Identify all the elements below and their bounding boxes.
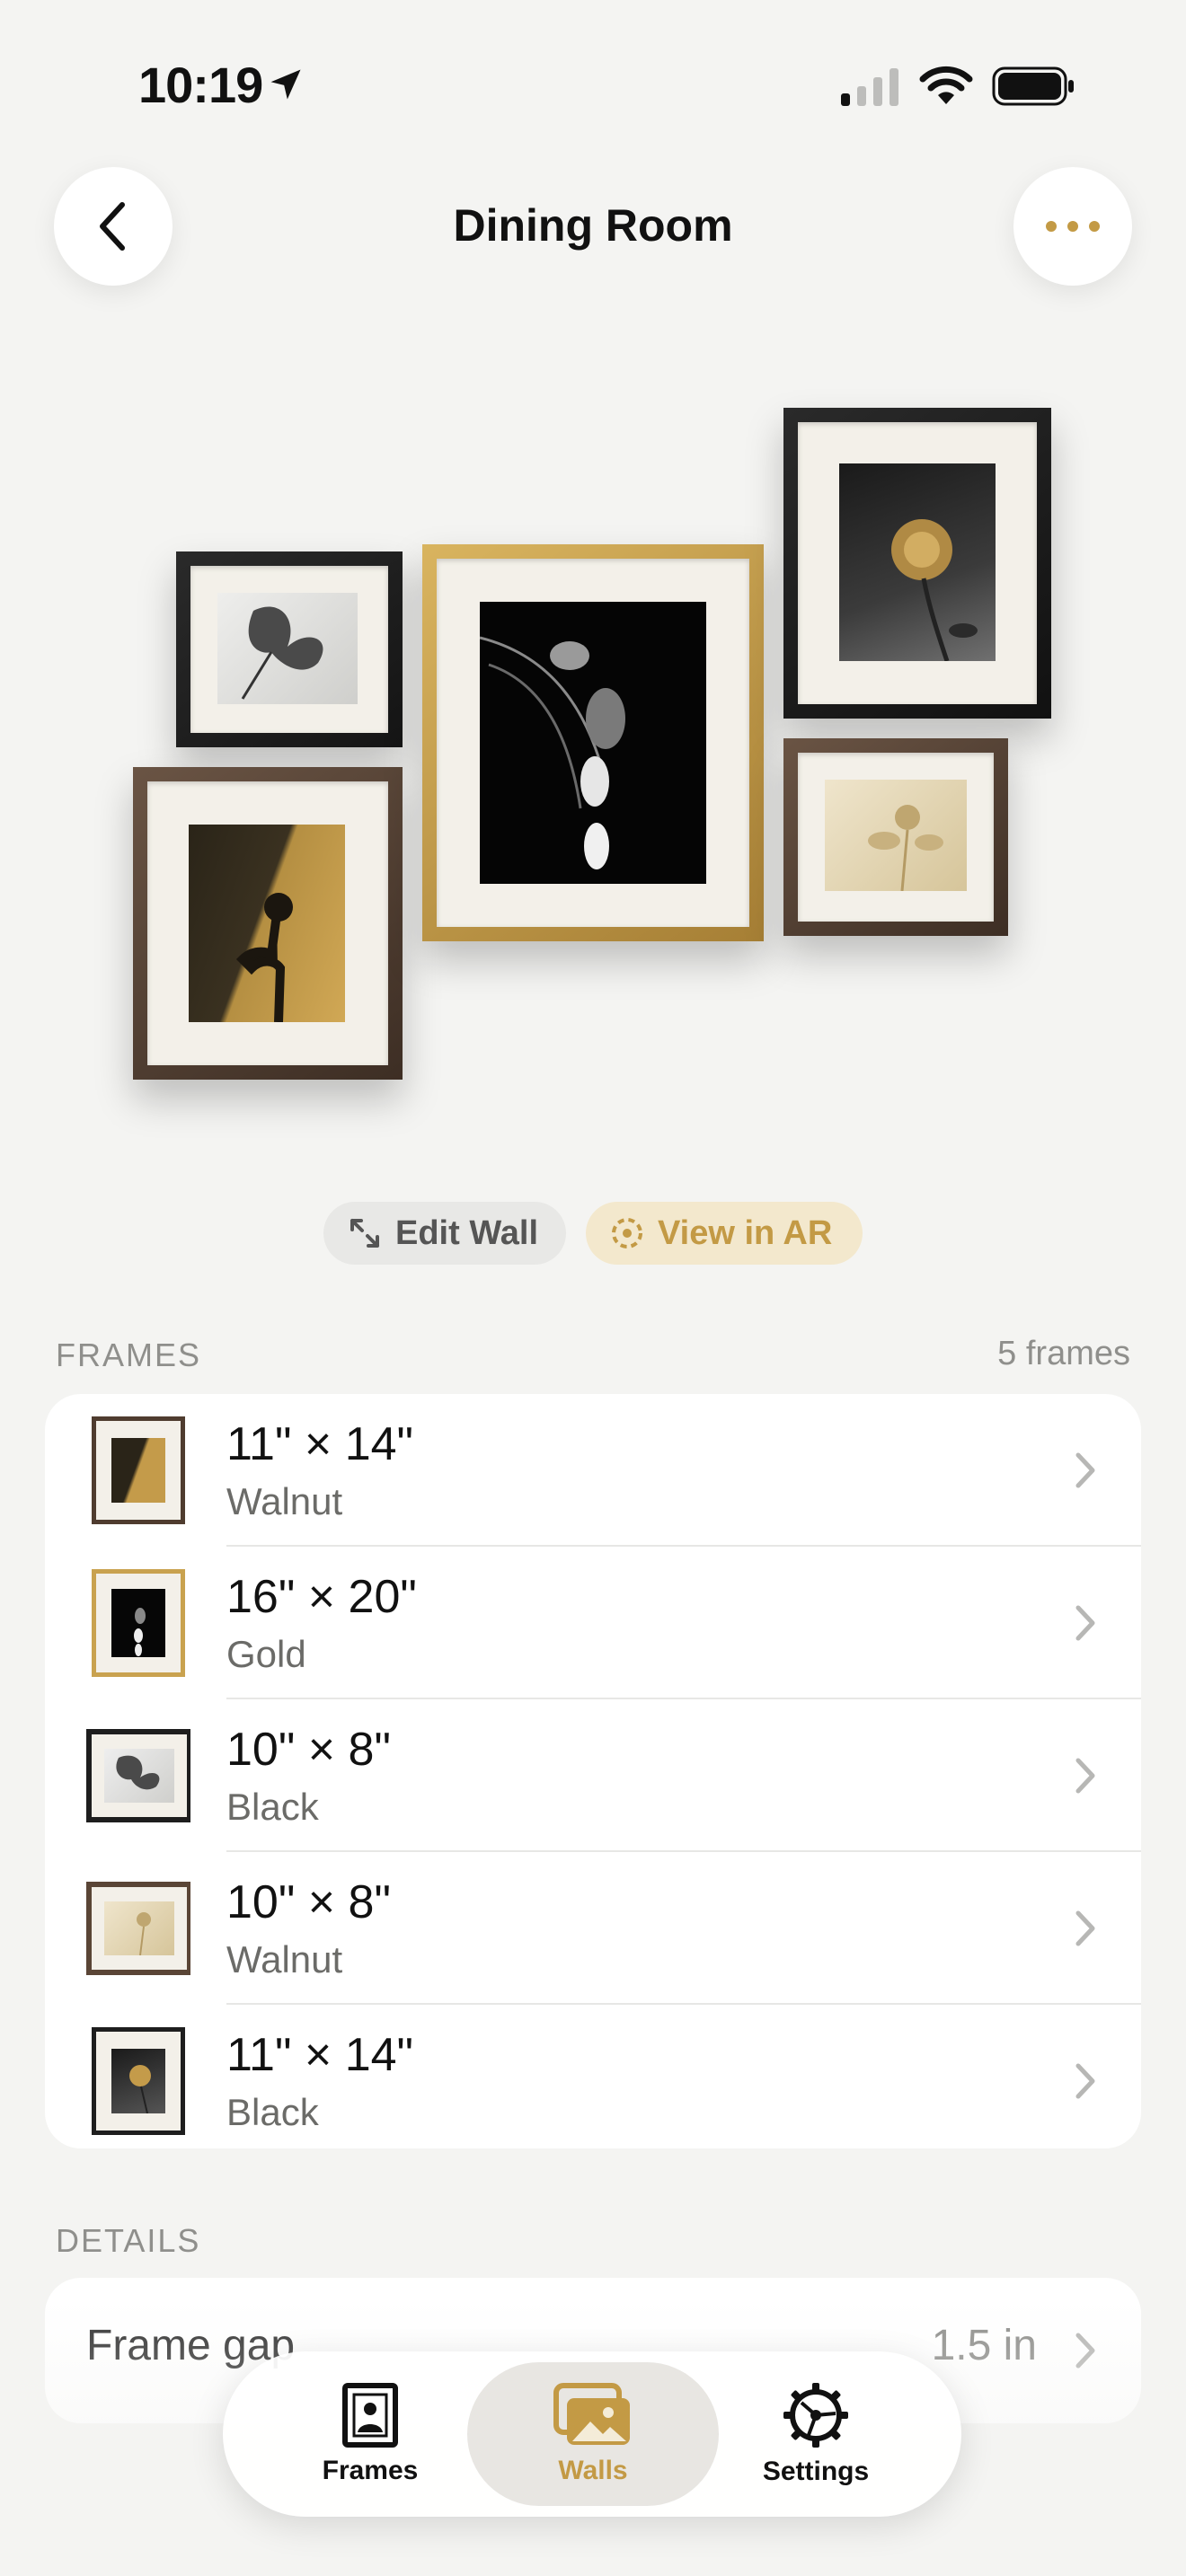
frame-photo	[217, 593, 358, 704]
cellular-signal-icon	[841, 68, 898, 106]
view-in-ar-label: View in AR	[658, 1213, 833, 1252]
detail-value: 1.5 in	[931, 2322, 1037, 2369]
status-time: 10:19	[138, 57, 263, 113]
frame-thumbnail	[92, 2027, 185, 2135]
tab-walls[interactable]: Walls	[467, 2362, 719, 2506]
more-button[interactable]	[1013, 167, 1132, 286]
frame-thumbnail	[92, 1569, 185, 1677]
photos-stack-icon	[553, 2383, 630, 2445]
frame-size: 16" × 20"	[226, 1571, 417, 1623]
frame-row[interactable]: 11" × 14" Black	[45, 2005, 1141, 2148]
resize-arrows-icon	[350, 1219, 379, 1248]
frame-row[interactable]: 16" × 20" Gold	[45, 1547, 1141, 1699]
tab-frames[interactable]: Frames	[244, 2362, 496, 2506]
frame-finish: Walnut	[226, 1480, 343, 1522]
frame-size: 11" × 14"	[226, 2029, 413, 2081]
edit-wall-label: Edit Wall	[395, 1213, 539, 1252]
frame-photo	[825, 780, 967, 891]
wall-frame-black-flower[interactable]	[176, 551, 403, 747]
wall-frame-walnut-light-flower[interactable]	[783, 738, 1008, 936]
framed-portrait-icon	[342, 2383, 398, 2448]
frame-size: 10" × 8"	[226, 1876, 391, 1928]
wall-frame-walnut-hand[interactable]	[133, 767, 403, 1080]
frame-row[interactable]: 11" × 14" Walnut	[45, 1394, 1141, 1547]
tab-settings-label: Settings	[762, 2457, 870, 2486]
gear-icon	[783, 2383, 848, 2448]
location-arrow-icon	[270, 69, 301, 100]
tab-frames-label: Frames	[322, 2456, 419, 2485]
wall-frame-gold-hanging-flower[interactable]	[422, 544, 764, 941]
frame-photo	[839, 463, 996, 661]
edit-wall-button[interactable]: Edit Wall	[323, 1202, 566, 1265]
frame-finish: Black	[226, 1786, 319, 1828]
frames-list: 11" × 14" Walnut 16" × 20" Gold 10" × 8"…	[45, 1394, 1141, 2148]
frame-finish: Black	[226, 2091, 319, 2133]
ar-cube-icon	[612, 1218, 642, 1248]
frame-size: 10" × 8"	[226, 1724, 391, 1776]
wifi-icon	[919, 66, 973, 104]
chevron-right-icon	[1075, 1452, 1095, 1488]
frame-photo	[189, 825, 345, 1022]
tab-settings[interactable]: Settings	[690, 2362, 942, 2506]
frame-row[interactable]: 10" × 8" Walnut	[45, 1852, 1141, 2005]
chevron-right-icon	[1075, 2063, 1095, 2099]
chevron-right-icon	[1075, 1758, 1095, 1794]
frames-count: 5 frames	[997, 1335, 1130, 1372]
frame-thumbnail	[86, 1882, 190, 1975]
tab-walls-label: Walls	[558, 2456, 628, 2485]
frame-finish: Gold	[226, 1633, 306, 1675]
tab-bar: Frames Walls Settings	[223, 2351, 961, 2517]
frame-thumbnail	[92, 1416, 185, 1524]
frames-section-label: FRAMES	[56, 1337, 202, 1373]
frame-row[interactable]: 10" × 8" Black	[45, 1699, 1141, 1852]
frame-thumbnail	[86, 1729, 190, 1822]
chevron-right-icon	[1075, 2333, 1095, 2369]
frame-size: 11" × 14"	[226, 1418, 413, 1470]
chevron-right-icon	[1075, 1605, 1095, 1641]
frame-photo	[480, 602, 706, 884]
details-section-label: DETAILS	[56, 2222, 201, 2259]
chevron-right-icon	[1075, 1910, 1095, 1946]
page-title: Dining Room	[453, 200, 733, 251]
ellipsis-icon	[1046, 221, 1100, 232]
wall-frame-black-rose[interactable]	[783, 408, 1051, 719]
battery-icon	[992, 66, 1074, 106]
frame-finish: Walnut	[226, 1938, 343, 1981]
view-in-ar-button[interactable]: View in AR	[586, 1202, 863, 1265]
